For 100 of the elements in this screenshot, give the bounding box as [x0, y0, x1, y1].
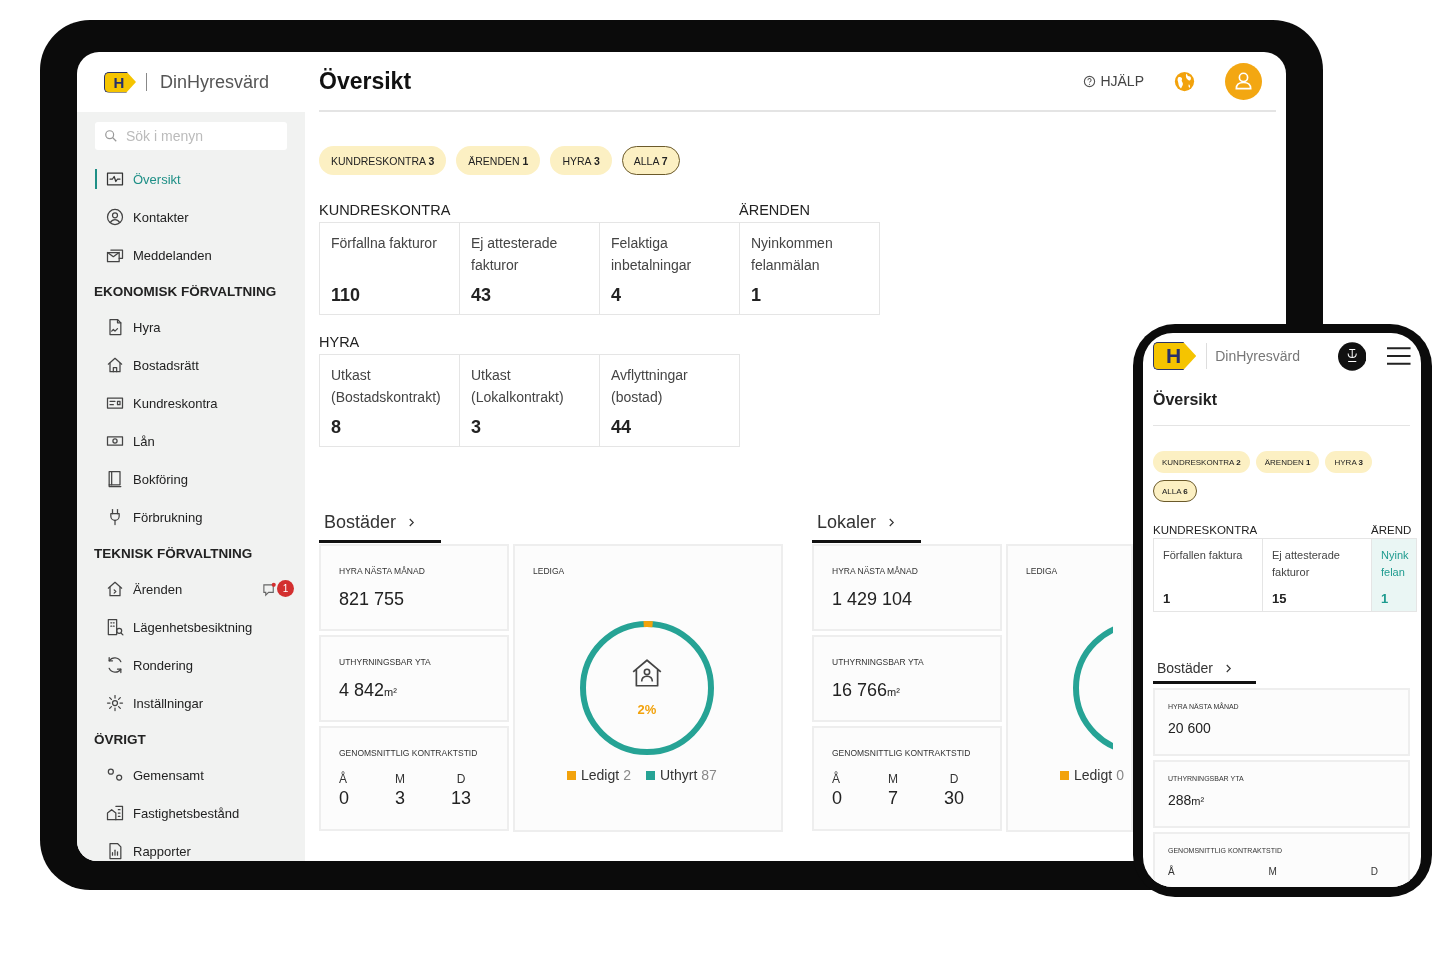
- legend-label: Ledigt: [1074, 767, 1113, 783]
- duration-value: 0: [339, 788, 349, 809]
- stat-card[interactable]: Ej attesterade fakturor 43: [459, 222, 600, 315]
- help-link[interactable]: HJÄLP: [1083, 73, 1144, 89]
- legend-count: 0: [1116, 767, 1124, 783]
- sidebar-heading: EKONOMISK FÖRVALTNING: [93, 282, 278, 301]
- logo: H: [104, 71, 136, 93]
- stat-label: Ej attesterade fakturor: [471, 234, 559, 275]
- stat-value: 110: [331, 285, 362, 306]
- stat-label: Nyinkommen felanmälan: [751, 234, 834, 275]
- legend-count: 87: [701, 767, 717, 783]
- stat-value: 44: [611, 417, 633, 438]
- metric-label: GENOMSNITTLIG KONTRAKTSTID: [832, 748, 972, 758]
- stat-value: 1: [751, 285, 762, 306]
- duration-value: 13: [450, 788, 471, 809]
- filter-chip[interactable]: ALLA 7: [621, 146, 680, 175]
- metric-value: 4 842m²: [339, 680, 398, 701]
- stat-card[interactable]: Utkast (Lokalkontrakt) 3: [459, 354, 600, 447]
- column-head: Å: [1168, 866, 1175, 877]
- stat-value: 4: [611, 285, 622, 306]
- sidebar-item[interactable]: Ärenden 1: [77, 570, 305, 608]
- metric-label: LEDIGA: [1026, 566, 1059, 576]
- sidebar-item[interactable]: Hyra: [77, 308, 305, 346]
- sidebar-item[interactable]: Kundreskontra: [77, 384, 305, 422]
- stat-value: 1: [1381, 591, 1390, 606]
- notification-badge: 1: [277, 580, 294, 597]
- chevron-right-icon: [408, 516, 416, 528]
- duration-value: 0: [832, 788, 842, 809]
- duration-value: 3: [395, 788, 405, 809]
- sidebar-heading: TEKNISK FÖRVALTNING: [93, 544, 254, 563]
- search-field[interactable]: Sök i menyn: [95, 122, 287, 150]
- filter-chip[interactable]: HYRA 3: [1325, 451, 1372, 473]
- legend-label: Ledigt: [581, 767, 620, 783]
- sidebar-item[interactable]: Översikt: [77, 160, 305, 198]
- stat-label: Utkast (Lokalkontrakt): [471, 366, 565, 407]
- filter-chip[interactable]: ÄRENDEN 1: [1255, 451, 1320, 473]
- chevron-right-icon: [888, 516, 896, 528]
- settings-icon: [105, 693, 125, 713]
- group-title: KUNDRESKONTRA: [319, 202, 452, 220]
- brand-name: DinHyresvärd: [160, 71, 270, 93]
- sidebar-item[interactable]: Förbrukning: [77, 498, 305, 536]
- stat-value: 43: [471, 285, 493, 306]
- metric-label: HYRA NÄSTA MÅNAD: [832, 566, 919, 576]
- sidebar-item[interactable]: Fastighetsbestånd: [77, 794, 305, 832]
- filter-chip[interactable]: ALLA 6: [1153, 480, 1197, 502]
- sidebar-heading: ÖVRIGT: [93, 730, 147, 749]
- metric-label: LEDIGA: [533, 566, 566, 576]
- column-head: D: [456, 772, 466, 786]
- stat-value: 3: [471, 417, 482, 438]
- user-avatar[interactable]: [1338, 341, 1367, 371]
- sidebar-item[interactable]: Lägenhetsbesiktning: [77, 608, 305, 646]
- stat-label: Felaktiga inbetalningar: [611, 234, 693, 275]
- sidebar-item[interactable]: Gemensamt: [77, 756, 305, 794]
- group-title: ÄRENDEN: [739, 202, 811, 220]
- filter-chip[interactable]: KUNDRESKONTRA 2: [1153, 451, 1250, 473]
- person-icon: [105, 207, 125, 227]
- column-head: Å: [832, 772, 841, 786]
- menu-icon[interactable]: [1387, 346, 1411, 366]
- page-title: Översikt: [1153, 379, 1410, 426]
- stat-label: Nyink felan: [1381, 548, 1410, 580]
- search-icon: [104, 129, 118, 143]
- column-head: M: [395, 772, 405, 786]
- column-head: Å: [339, 772, 348, 786]
- metric-value: 20 600: [1168, 720, 1212, 736]
- stat-card[interactable]: Nyinkommen felanmälan 1: [739, 222, 880, 315]
- stat-card[interactable]: Förfallen faktura 1: [1153, 538, 1263, 612]
- sidebar-item[interactable]: Meddelanden: [77, 236, 305, 274]
- vacancy-percent: 2%: [636, 702, 658, 717]
- sidebar-item[interactable]: Bostadsrätt: [77, 346, 305, 384]
- group-title: ÄREND: [1371, 524, 1413, 538]
- metric-label: GENOMSNITTLIG KONTRAKTSTID: [339, 748, 479, 758]
- sidebar-item[interactable]: Rapporter: [77, 832, 305, 861]
- column-head: D: [1370, 866, 1378, 877]
- logo: H: [1153, 342, 1197, 370]
- column-head: M: [888, 772, 898, 786]
- sidebar-item[interactable]: Kontakter: [77, 198, 305, 236]
- metric-value: 821 755: [339, 589, 406, 610]
- section-tab[interactable]: Bostäder: [1153, 655, 1257, 684]
- stat-card[interactable]: Utkast (Bostadskontrakt) 8: [319, 354, 460, 447]
- stat-label: Utkast (Bostadskontrakt): [331, 366, 442, 407]
- house-icon: [105, 355, 125, 375]
- sidebar-item[interactable]: Lån: [77, 422, 305, 460]
- stat-value: 8: [331, 417, 342, 438]
- stat-value: 1: [1163, 591, 1172, 606]
- building-search-icon: [105, 617, 125, 637]
- filter-chip[interactable]: ÄRENDEN 1: [456, 146, 541, 175]
- filter-chip[interactable]: KUNDRESKONTRA 3: [319, 146, 447, 175]
- stat-card[interactable]: Avflyttningar (bostad) 44: [599, 354, 740, 447]
- sidebar-item[interactable]: Bokföring: [77, 460, 305, 498]
- stat-label: Förfallen faktura: [1163, 548, 1244, 563]
- sidebar-item[interactable]: Rondering: [77, 646, 305, 684]
- group-title: HYRA: [319, 334, 361, 352]
- stat-card[interactable]: Felaktiga inbetalningar 4: [599, 222, 740, 315]
- metric-value: 1 429 104: [832, 589, 914, 610]
- stat-card[interactable]: Förfallna fakturor 110: [319, 222, 460, 315]
- column-head: D: [949, 772, 959, 786]
- metric-label: UTHYRNINGSBAR YTA: [339, 657, 432, 667]
- filter-chip[interactable]: HYRA 3: [550, 146, 612, 175]
- chevron-right-icon: [1225, 662, 1233, 674]
- sidebar-item[interactable]: Inställningar: [77, 684, 305, 722]
